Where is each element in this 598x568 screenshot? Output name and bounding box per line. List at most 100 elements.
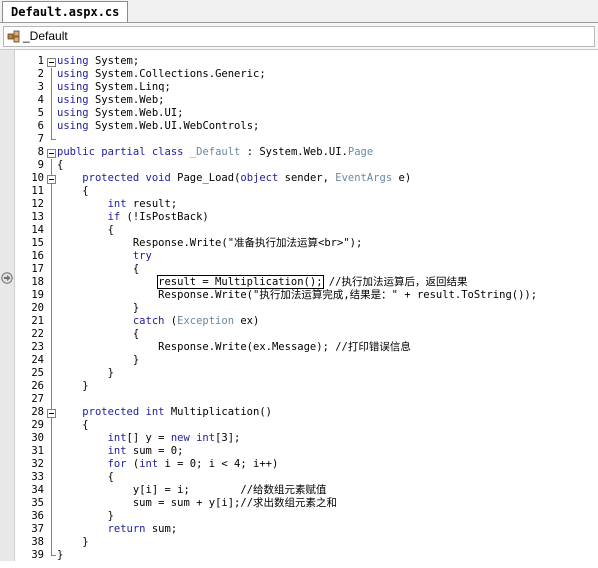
code-line[interactable]: 22 { [0, 328, 598, 341]
code-line[interactable]: 18 result = Multiplication(); //执行加法运算后，… [0, 275, 598, 289]
line-text: using System.Web.UI; [57, 107, 184, 119]
code-line[interactable]: 24 } [0, 354, 598, 367]
line-text: { [57, 471, 114, 483]
line-text: public partial class _Default : System.W… [57, 146, 374, 158]
line-text: try [132, 250, 152, 262]
code-line[interactable]: 33 { [0, 471, 598, 484]
code-line[interactable]: 32 for (int i = 0; i < 4; i++) [0, 458, 598, 471]
code-line[interactable]: 37 return sum; [0, 523, 598, 536]
code-line[interactable]: 28 protected int Multiplication() [0, 406, 598, 419]
line-number: 28 [31, 406, 44, 418]
line-number: 15 [31, 237, 44, 249]
line-text: } [57, 302, 140, 314]
line-number: 12 [31, 198, 44, 210]
line-number: 3 [37, 81, 44, 93]
class-dropdown[interactable]: _Default [3, 26, 595, 47]
code-line[interactable]: 10 protected void Page_Load(object sende… [0, 172, 598, 185]
line-text: using System.Web.UI.WebControls; [57, 120, 260, 132]
line-text: int result; [107, 198, 178, 210]
line-text: } [57, 510, 114, 522]
code-line[interactable]: 8 public partial class _Default : System.… [0, 146, 598, 159]
code-line[interactable]: 9{ [0, 159, 598, 172]
line-text: using System.Collections.Generic; [57, 68, 266, 80]
line-text: if (!IsPostBack) [107, 211, 209, 223]
code-line[interactable]: 15 Response.Write("准备执行加法运算<br>"); [0, 237, 598, 250]
line-number: 11 [31, 185, 44, 197]
line-number: 37 [31, 523, 44, 535]
line-text: Response.Write("准备执行加法运算<br>"); [132, 237, 363, 249]
code-line[interactable]: 17 { [0, 263, 598, 276]
line-number: 38 [31, 536, 44, 548]
line-text: sum = sum + y[i];//求出数组元素之和 [132, 497, 338, 509]
line-number: 26 [31, 380, 44, 392]
line-text: Response.Write("执行加法运算完成,结果是：" + result.… [158, 289, 538, 301]
code-line[interactable]: 35 sum = sum + y[i];//求出数组元素之和 [0, 497, 598, 510]
code-line[interactable]: 31 int sum = 0; [0, 445, 598, 458]
line-number: 8 [37, 146, 44, 158]
line-number: 6 [37, 120, 44, 132]
line-text: { [57, 159, 64, 171]
line-text: y[i] = i; //给数组元素赋值 [132, 484, 327, 496]
line-text: { [57, 263, 140, 275]
document-tab-strip: Default.aspx.cs [0, 0, 598, 23]
line-number: 5 [37, 107, 44, 119]
code-line[interactable]: 3 using System.Linq; [0, 81, 598, 94]
line-text: using System.Web; [57, 94, 165, 106]
line-number: 7 [37, 133, 44, 145]
code-line[interactable]: 34 y[i] = i; //给数组元素赋值 [0, 484, 598, 497]
line-number: 16 [31, 250, 44, 262]
line-text: using System; [57, 55, 140, 67]
code-line[interactable]: 14 { [0, 224, 598, 237]
tab-default-aspx-cs[interactable]: Default.aspx.cs [2, 1, 129, 22]
code-line[interactable]: 19 Response.Write("执行加法运算完成,结果是：" + resu… [0, 289, 598, 302]
line-number: 39 [31, 549, 44, 561]
line-text: { [57, 224, 114, 236]
line-text: } [57, 367, 114, 379]
line-text: { [57, 328, 140, 340]
line-number: 20 [31, 302, 44, 314]
code-line[interactable]: 11 { [0, 185, 598, 198]
code-line[interactable]: 29 { [0, 419, 598, 432]
line-text: { [57, 185, 89, 197]
code-editor[interactable]: 1 using System; 2 using System.Collections.… [0, 50, 598, 561]
code-line[interactable]: 26 } [0, 380, 598, 393]
code-line[interactable]: 16 try [0, 250, 598, 263]
line-text: int sum = 0; [107, 445, 184, 457]
line-text: protected int Multiplication() [82, 406, 272, 418]
line-text: Response.Write(ex.Message); //打印错误信息 [158, 341, 411, 353]
code-line[interactable]: 25 } [0, 367, 598, 380]
code-line[interactable]: 20 } [0, 302, 598, 315]
line-number: 1 [37, 55, 44, 67]
line-text: return sum; [107, 523, 178, 535]
code-line[interactable]: 30 int[] y = new int[3]; [0, 432, 598, 445]
line-number: 29 [31, 419, 44, 431]
line-number: 35 [31, 497, 44, 509]
line-text: int[] y = new int[3]; [107, 432, 241, 444]
current-statement: result = Multiplication(); [157, 275, 324, 289]
line-text: using System.Linq; [57, 81, 171, 93]
code-lines: 1 using System; 2 using System.Collections.… [0, 55, 598, 562]
code-line[interactable]: 39} [0, 549, 598, 562]
code-line[interactable]: 6 using System.Web.UI.WebControls; [0, 120, 598, 133]
code-line[interactable]: 38 } [0, 536, 598, 549]
line-number: 4 [37, 94, 44, 106]
code-line[interactable]: 36 } [0, 510, 598, 523]
code-line[interactable]: 4 using System.Web; [0, 94, 598, 107]
line-text: { [57, 419, 89, 431]
code-line[interactable]: 2 using System.Collections.Generic; [0, 68, 598, 81]
navigation-bar: _Default [0, 23, 598, 50]
line-number: 27 [31, 393, 44, 405]
code-line[interactable]: 23 Response.Write(ex.Message); //打印错误信息 [0, 341, 598, 354]
line-number: 31 [31, 445, 44, 457]
line-text: protected void Page_Load(object sender, … [82, 172, 412, 184]
code-line[interactable]: 21 catch (Exception ex) [0, 315, 598, 328]
code-line[interactable]: 7 [0, 133, 598, 146]
code-line[interactable]: 1 using System; [0, 55, 598, 68]
code-line[interactable]: 5 using System.Web.UI; [0, 107, 598, 120]
code-line[interactable]: 27 [0, 393, 598, 406]
code-line[interactable]: 12 int result; [0, 198, 598, 211]
line-number: 17 [31, 263, 44, 275]
line-number: 30 [31, 432, 44, 444]
code-line[interactable]: 13 if (!IsPostBack) [0, 211, 598, 224]
line-number: 34 [31, 484, 44, 496]
